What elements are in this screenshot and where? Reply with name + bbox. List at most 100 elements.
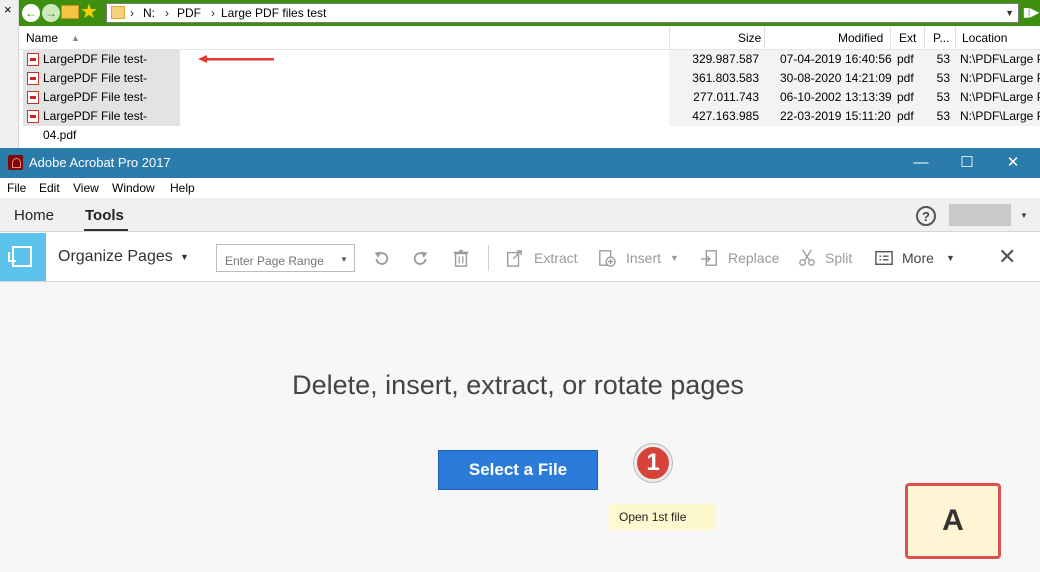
menu-file[interactable]: File — [7, 181, 26, 195]
breadcrumb-separator: › — [130, 6, 134, 20]
toolbar-divider — [488, 245, 489, 271]
pdf-file-icon — [27, 110, 39, 123]
acrobat-logo-icon — [8, 155, 23, 170]
tab-tools[interactable]: Tools — [85, 207, 124, 224]
back-arrow-icon[interactable]: ← — [22, 4, 40, 22]
breadcrumb-drive[interactable]: N: — [143, 4, 155, 22]
title-bar: Adobe Acrobat Pro 2017 — ☐ ✕ — [0, 148, 1040, 178]
split-button[interactable]: Split — [825, 244, 852, 272]
rotate-left-icon[interactable] — [372, 249, 390, 267]
file-row[interactable]: LargePDF File test-03.pdf 277.011.743 06… — [19, 88, 1040, 123]
menu-bar: File Edit View Window Help — [0, 178, 1040, 198]
file-name-cell[interactable]: LargePDF File test-03.pdf — [23, 88, 180, 123]
red-arrow-annotation — [198, 55, 274, 63]
tab-home[interactable]: Home — [14, 207, 54, 224]
close-tool-icon[interactable]: ✕ — [998, 245, 1016, 269]
file-location: N:\PDF\Large P — [960, 109, 1040, 123]
file-time: 16:40:56 — [845, 52, 892, 66]
file-pages: 53 — [936, 109, 950, 123]
column-name[interactable]: Name — [26, 31, 58, 45]
column-modified[interactable]: Modified — [838, 31, 883, 45]
insert-button[interactable]: Insert — [626, 244, 661, 272]
pane-close-icon[interactable]: × — [4, 2, 12, 17]
file-ext: pdf — [897, 90, 914, 104]
page-range-input[interactable] — [216, 244, 355, 272]
breadcrumb[interactable]: › N: › PDF › Large PDF files test ▼ — [106, 3, 1019, 23]
explorer-left-pane: × — [0, 0, 19, 148]
select-file-button[interactable]: Select a File — [438, 450, 598, 490]
pdf-file-icon — [27, 53, 39, 66]
rotate-right-icon[interactable] — [412, 249, 430, 267]
breadcrumb-folder[interactable]: Large PDF files test — [221, 4, 326, 22]
chevron-down-icon[interactable]: ▼ — [670, 244, 679, 272]
chevron-down-icon[interactable]: ▼ — [340, 255, 348, 264]
acrobat-window: Adobe Acrobat Pro 2017 — ☐ ✕ File Edit V… — [0, 148, 1040, 572]
column-ext[interactable]: Ext — [899, 31, 916, 45]
column-divider[interactable] — [890, 26, 891, 50]
column-divider[interactable] — [955, 26, 956, 50]
help-icon[interactable]: ? — [916, 206, 936, 226]
favorites-star-icon[interactable]: ★ — [80, 1, 98, 23]
active-tab-indicator — [84, 229, 128, 231]
organize-pages-tool-button[interactable] — [0, 233, 46, 281]
file-row[interactable]: LargePDF File test-02.pdf 361.803.583 30… — [19, 69, 1040, 104]
column-divider[interactable] — [669, 26, 670, 50]
menu-window[interactable]: Window — [112, 181, 155, 195]
close-button[interactable]: ✕ — [990, 148, 1036, 178]
organize-toolbar: Organize Pages ▼ ▼ Extract — [0, 233, 1040, 282]
file-date: 30-08-2020 — [780, 71, 842, 85]
sort-ascending-icon: ▲ — [71, 33, 80, 43]
file-row[interactable]: LargePDF File test-01.pdf 329.987.587 07… — [19, 50, 1040, 85]
file-size: 361.803.583 — [692, 71, 759, 85]
replace-button[interactable]: Replace — [728, 244, 779, 272]
breadcrumb-pdf[interactable]: PDF — [177, 4, 201, 22]
file-name-cell[interactable]: LargePDF File test-01.pdf — [23, 50, 180, 85]
folder-up-icon[interactable] — [61, 5, 79, 19]
more-button[interactable]: More — [902, 244, 934, 272]
pdf-file-icon — [27, 91, 39, 104]
more-menu-icon — [875, 250, 893, 266]
file-ext: pdf — [897, 109, 914, 123]
file-name: LargePDF File test-04.pdf — [43, 109, 148, 142]
chevron-down-icon[interactable]: ▼ — [1005, 4, 1014, 22]
column-location[interactable]: Location — [962, 31, 1007, 45]
pdf-file-icon — [27, 72, 39, 85]
column-size[interactable]: Size — [738, 31, 761, 45]
tool-title[interactable]: Organize Pages — [58, 248, 173, 266]
chevron-down-icon[interactable]: ▼ — [1020, 211, 1028, 220]
file-time: 13:13:39 — [845, 90, 892, 104]
pane-toggle-icon[interactable]: ▮▶ — [1023, 5, 1039, 19]
menu-help[interactable]: Help — [170, 181, 195, 195]
account-avatar[interactable] — [949, 204, 1011, 226]
menu-view[interactable]: View — [73, 181, 99, 195]
maximize-button[interactable]: ☐ — [944, 148, 990, 178]
column-pages[interactable]: P... — [933, 31, 949, 45]
file-date: 06-10-2002 — [780, 90, 842, 104]
forward-arrow-icon[interactable]: → — [42, 4, 60, 22]
file-row[interactable]: LargePDF File test-04.pdf 427.163.985 22… — [19, 107, 1040, 142]
file-location: N:\PDF\Large P — [960, 52, 1040, 66]
file-list: Name ▲ Size Modified Ext P... Location L… — [19, 26, 1040, 148]
file-pages: 53 — [936, 71, 950, 85]
file-time: 15:11:20 — [845, 109, 891, 123]
breadcrumb-separator: › — [211, 6, 215, 20]
delete-trash-icon[interactable] — [452, 249, 470, 267]
insert-icon — [599, 250, 616, 267]
minimize-button[interactable]: — — [898, 148, 944, 178]
column-divider[interactable] — [924, 26, 925, 50]
file-size: 427.163.985 — [692, 109, 759, 123]
breadcrumb-separator: › — [165, 6, 169, 20]
file-name-cell[interactable]: LargePDF File test-04.pdf — [23, 107, 180, 142]
chevron-down-icon[interactable]: ▼ — [180, 252, 189, 262]
file-name-cell[interactable]: LargePDF File test-02.pdf — [23, 69, 180, 104]
split-scissors-icon — [799, 249, 815, 266]
chevron-down-icon[interactable]: ▼ — [946, 244, 955, 272]
file-pages: 53 — [936, 52, 950, 66]
column-divider[interactable] — [764, 26, 765, 50]
extract-button[interactable]: Extract — [534, 244, 578, 272]
file-date: 22-03-2019 — [780, 109, 842, 123]
file-location: N:\PDF\Large P — [960, 71, 1040, 85]
extract-icon — [507, 250, 522, 267]
menu-edit[interactable]: Edit — [39, 181, 60, 195]
window-title: Adobe Acrobat Pro 2017 — [29, 155, 171, 170]
